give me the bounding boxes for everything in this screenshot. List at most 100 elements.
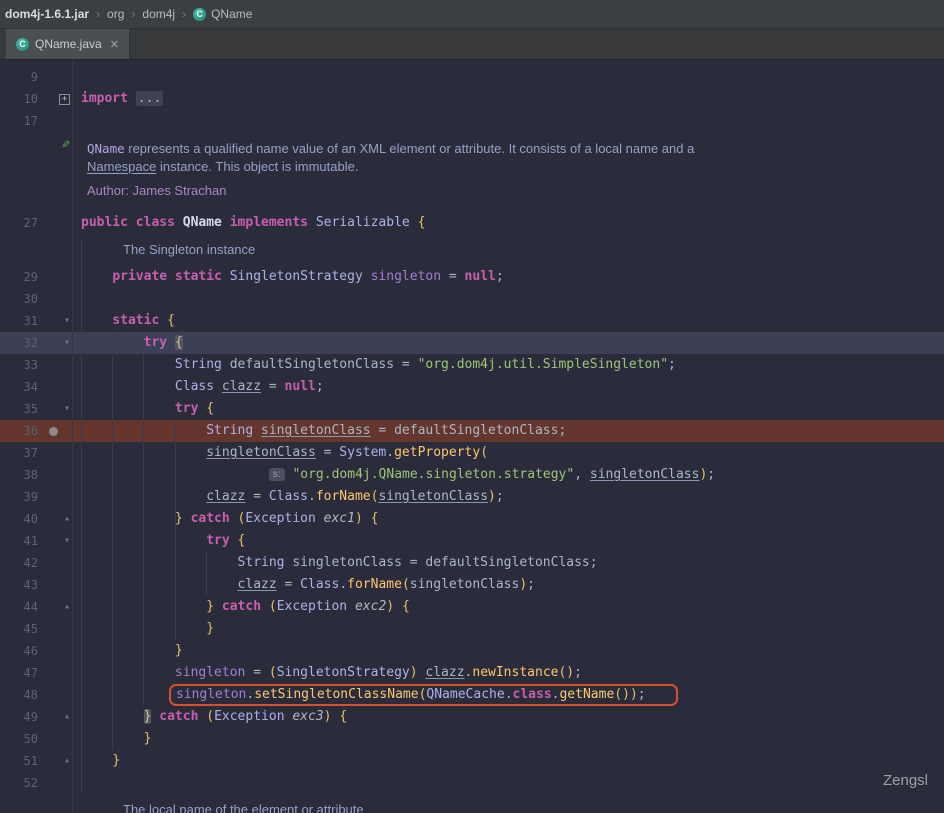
code-line-27[interactable]: 27public class QName implements Serializ…	[0, 212, 944, 234]
code-token	[81, 357, 175, 372]
code-token: }	[206, 621, 214, 636]
code-token: forName	[316, 489, 371, 504]
line-number-39[interactable]: 39	[0, 486, 41, 508]
code-line-31[interactable]: 31▾ static {	[0, 310, 944, 332]
line-number-51[interactable]: 51	[0, 750, 41, 772]
class-icon: C	[193, 8, 206, 21]
code-line-10[interactable]: 10+import ...	[0, 88, 944, 110]
code-token	[81, 379, 175, 394]
line-number-47[interactable]: 47	[0, 662, 41, 684]
code-line-34[interactable]: 34 Class clazz = null;	[0, 376, 944, 398]
code-line-47[interactable]: 47 singleton = (SingletonStrategy) clazz…	[0, 662, 944, 684]
code-token: implements	[230, 215, 316, 230]
breadcrumb-item-qname[interactable]: CQName	[190, 5, 255, 23]
line-number-37[interactable]: 37	[0, 442, 41, 464]
fold-down-icon[interactable]: ▾	[64, 398, 70, 420]
code-line-43[interactable]: 43 clazz = Class.forName(singletonClass)…	[0, 574, 944, 596]
fold-up-icon[interactable]: ▴	[64, 508, 70, 530]
gutter-icons: ▾	[41, 530, 75, 552]
line-number-42[interactable]: 42	[0, 552, 41, 574]
breadcrumb-item-dom4j-1.6.1.jar[interactable]: dom4j-1.6.1.jar	[2, 5, 92, 23]
code-text	[75, 288, 944, 310]
line-number-35[interactable]: 35	[0, 398, 41, 420]
code-line-35[interactable]: 35▾ try {	[0, 398, 944, 420]
code-token: singletonClass	[206, 445, 316, 460]
code-line-52[interactable]: 52	[0, 772, 944, 794]
code-line-33[interactable]: 33 String defaultSingletonClass = "org.d…	[0, 354, 944, 376]
code-token	[81, 709, 144, 724]
code-line-38[interactable]: 38 s: "org.dom4j.QName.singleton.strateg…	[0, 464, 944, 486]
line-number-41[interactable]: 41	[0, 530, 41, 552]
line-number-45[interactable]: 45	[0, 618, 41, 640]
code-line-37[interactable]: 37 singletonClass = System.getProperty(	[0, 442, 944, 464]
code-line-9[interactable]: 9	[0, 66, 944, 88]
code-line-42[interactable]: 42 String singletonClass = defaultSingle…	[0, 552, 944, 574]
code-token: SingletonStrategy	[277, 665, 410, 680]
code-line-40[interactable]: 40▴ } catch (Exception exc1) {	[0, 508, 944, 530]
breakpoint-icon[interactable]	[49, 427, 58, 436]
code-token: singletonClass = defaultSingletonClass;	[292, 555, 597, 570]
line-number-44[interactable]: 44	[0, 596, 41, 618]
line-number-34[interactable]: 34	[0, 376, 41, 398]
fold-up-icon[interactable]: ▴	[64, 706, 70, 728]
code-token: =	[261, 379, 284, 394]
code-token: forName	[347, 577, 402, 592]
line-number-17[interactable]: 17	[0, 110, 41, 132]
code-token: catch	[159, 709, 206, 724]
code-line-48[interactable]: 48 singleton.setSingletonClassName(QName…	[0, 684, 944, 706]
code-token: String	[238, 555, 293, 570]
code-token: singletonClass	[410, 577, 520, 592]
code-line-30[interactable]: 30	[0, 288, 944, 310]
fold-down-icon[interactable]: ▾	[64, 530, 70, 552]
code-line-50[interactable]: 50 }	[0, 728, 944, 750]
tab-qname-java[interactable]: C QName.java ✕	[6, 29, 130, 59]
line-number-9[interactable]: 9	[0, 66, 41, 88]
code-token: private static	[112, 269, 229, 284]
doc-link[interactable]: Namespace	[87, 159, 156, 174]
line-number-50[interactable]: 50	[0, 728, 41, 750]
breadcrumb-item-org[interactable]: org	[104, 5, 127, 23]
fold-up-icon[interactable]: ▴	[64, 596, 70, 618]
code-token	[81, 423, 206, 438]
edit-doc-icon[interactable]: ✎	[62, 138, 70, 151]
line-number-30[interactable]: 30	[0, 288, 41, 310]
code-line-29[interactable]: 29 private static SingletonStrategy sing…	[0, 266, 944, 288]
fold-down-icon[interactable]: ▾	[64, 310, 70, 332]
line-number-33[interactable]: 33	[0, 354, 41, 376]
code-line-46[interactable]: 46 }	[0, 640, 944, 662]
doc-line: QName represents a qualified name value …	[87, 140, 944, 158]
gutter-icons: ▴	[41, 508, 75, 530]
code-line-41[interactable]: 41▾ try {	[0, 530, 944, 552]
expand-fold-icon[interactable]: +	[59, 94, 70, 105]
line-number-46[interactable]: 46	[0, 640, 41, 662]
line-number-31[interactable]: 31	[0, 310, 41, 332]
code-token	[81, 665, 175, 680]
code-token: singletonClass	[590, 467, 700, 482]
line-number-32[interactable]: 32	[0, 332, 41, 354]
code-line-45[interactable]: 45 }	[0, 618, 944, 640]
breadcrumb-item-dom4j[interactable]: dom4j	[139, 5, 178, 23]
code-text: Class clazz = null;	[75, 376, 944, 398]
code-line-39[interactable]: 39 clazz = Class.forName(singletonClass)…	[0, 486, 944, 508]
close-icon[interactable]: ✕	[110, 38, 119, 51]
fold-up-icon[interactable]: ▴	[64, 750, 70, 772]
code-token	[81, 445, 206, 460]
line-number-38[interactable]: 38	[0, 464, 41, 486]
line-number-40[interactable]: 40	[0, 508, 41, 530]
code-line-49[interactable]: 49▴ } catch (Exception exc3) {	[0, 706, 944, 728]
line-number-36[interactable]: 36	[0, 420, 41, 442]
code-editor[interactable]: 910+import ...17✎QName represents a qual…	[0, 60, 944, 813]
code-line-51[interactable]: 51▴ }	[0, 750, 944, 772]
code-line-32[interactable]: 32▾ try {	[0, 332, 944, 354]
line-number-29[interactable]: 29	[0, 266, 41, 288]
line-number-49[interactable]: 49	[0, 706, 41, 728]
line-number-48[interactable]: 48	[0, 684, 41, 706]
line-number-27[interactable]: 27	[0, 212, 41, 234]
line-number-10[interactable]: 10	[0, 88, 41, 110]
line-number-43[interactable]: 43	[0, 574, 41, 596]
fold-down-icon[interactable]: ▾	[64, 332, 70, 354]
code-line-17[interactable]: 17	[0, 110, 944, 132]
code-line-44[interactable]: 44▴ } catch (Exception exc2) {	[0, 596, 944, 618]
code-line-36[interactable]: 36 String singletonClass = defaultSingle…	[0, 420, 944, 442]
line-number-52[interactable]: 52	[0, 772, 41, 794]
